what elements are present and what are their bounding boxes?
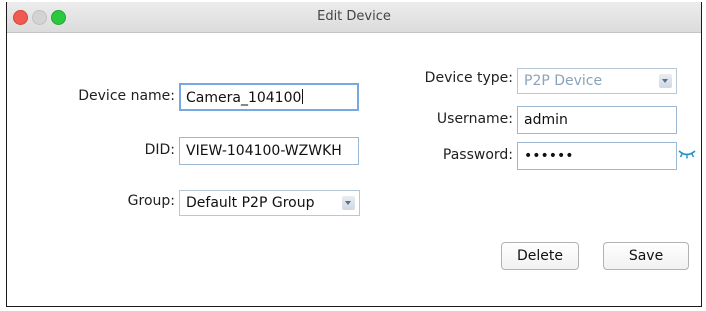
password-input[interactable]: •••••• (517, 142, 677, 170)
title-bar: Edit Device (7, 2, 701, 33)
username-input[interactable]: admin (517, 106, 677, 134)
device-name-label: Device name: (78, 88, 175, 104)
password-label: Password: (442, 147, 513, 163)
username-label: Username: (436, 111, 513, 127)
device-type-select[interactable]: P2P Device (517, 68, 677, 94)
chevron-down-icon (342, 196, 355, 210)
edit-device-window: Edit Device Device name: Camera_104100 D… (6, 2, 702, 307)
device-type-label: Device type: (424, 70, 513, 86)
window-title: Edit Device (317, 9, 391, 24)
group-label: Group: (127, 193, 175, 209)
delete-button[interactable]: Delete (501, 242, 579, 270)
did-label: DID: (144, 142, 175, 158)
device-type-selected-value: P2P Device (524, 73, 603, 89)
did-input[interactable]: VIEW-104100-WZWKH (179, 137, 359, 165)
eye-closed-icon[interactable] (678, 149, 696, 159)
device-name-input[interactable]: Camera_104100 (179, 83, 359, 111)
device-name-value: Camera_104100 (186, 90, 302, 106)
chevron-down-icon (659, 74, 672, 88)
text-caret (302, 89, 304, 104)
save-button[interactable]: Save (603, 242, 689, 270)
group-selected-value: Default P2P Group (186, 195, 315, 211)
group-select[interactable]: Default P2P Group (179, 190, 360, 216)
